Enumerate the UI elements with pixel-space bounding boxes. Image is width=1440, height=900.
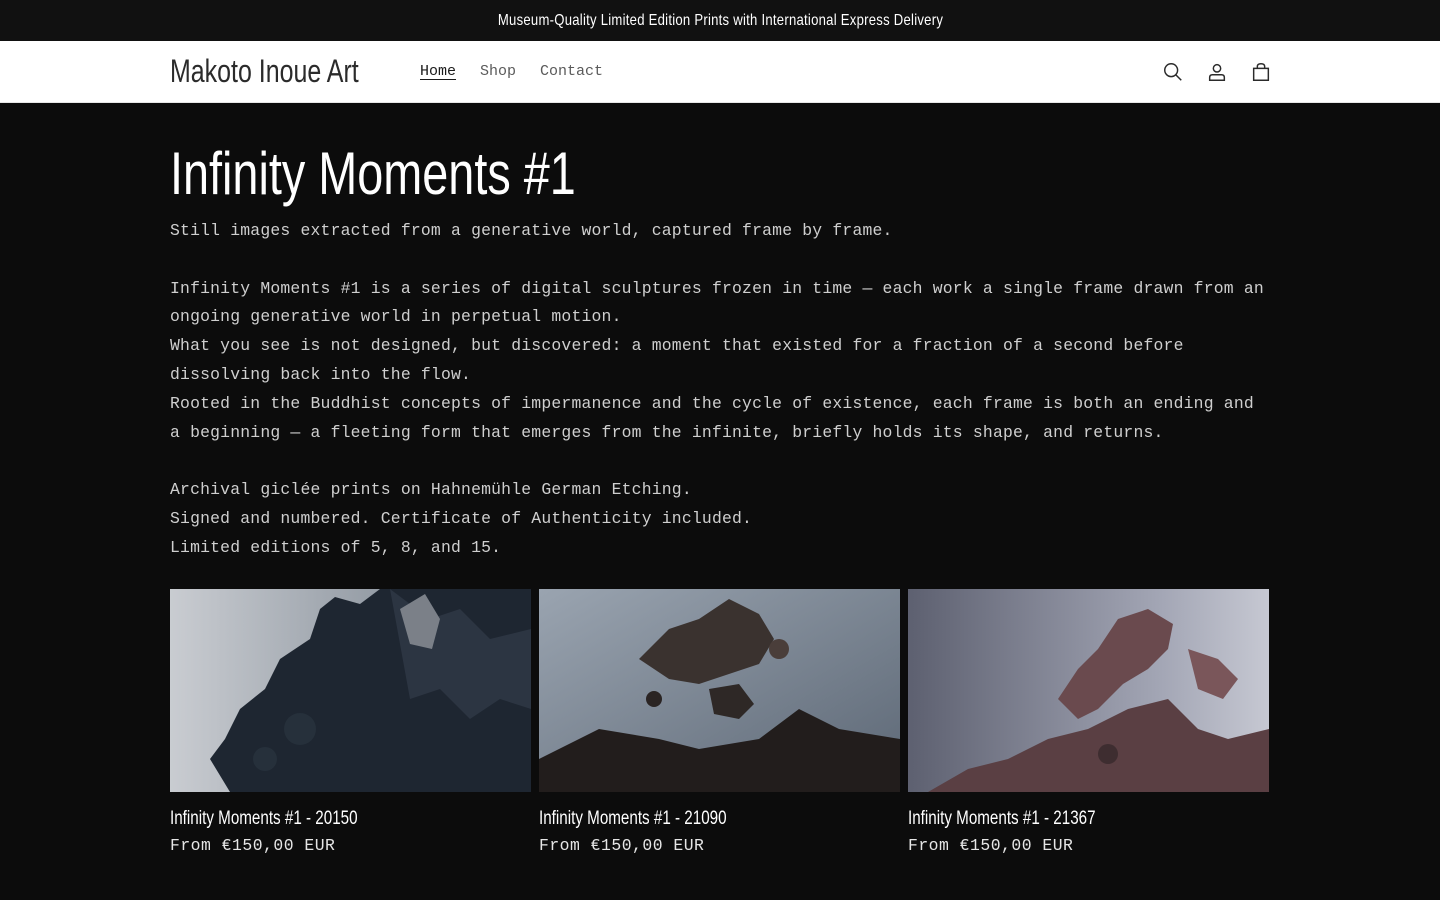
account-icon[interactable] [1204,59,1230,85]
nav-shop[interactable]: Shop [468,63,528,80]
main-content: Infinity Moments #1 Still images extract… [0,141,1440,855]
header-icons [1160,59,1274,85]
product-image[interactable] [908,588,1269,792]
announcement-text: Museum-Quality Limited Edition Prints wi… [497,11,943,29]
description-paragraph: What you see is not designed, but discov… [170,336,1194,384]
nav-home[interactable]: Home [408,63,468,80]
collection-description: Still images extracted from a generative… [170,217,1270,563]
product-title[interactable]: Infinity Moments #1 - 21367 [908,808,1197,830]
spec-line: Signed and numbered. Certificate of Auth… [170,508,753,528]
product-title[interactable]: Infinity Moments #1 - 20150 [170,808,459,830]
main-nav: Home Shop Contact [408,63,615,80]
product-price: From €150,00 EUR [170,835,336,855]
product-price: From €150,00 EUR [908,835,1074,855]
spec-line: Archival giclée prints on Hahnemühle Ger… [170,480,692,500]
description-intro: Still images extracted from a generative… [170,221,893,240]
announcement-bar: Museum-Quality Limited Edition Prints wi… [0,0,1440,41]
product-image[interactable] [539,588,900,792]
product-price: From €150,00 EUR [539,835,705,855]
search-icon[interactable] [1160,59,1186,85]
description-paragraph: Rooted in the Buddhist concepts of imper… [170,393,1264,442]
description-paragraph: Infinity Moments #1 is a series of digit… [170,278,1274,327]
collection-title: Infinity Moments #1 [170,140,576,207]
product-card[interactable]: Infinity Moments #1 - 20150 From €150,00… [170,588,531,855]
cart-icon[interactable] [1248,59,1274,85]
site-logo[interactable]: Makoto Inoue Art [170,53,359,90]
product-title[interactable]: Infinity Moments #1 - 21090 [539,808,828,830]
product-card[interactable]: Infinity Moments #1 - 21090 From €150,00… [539,588,900,855]
product-image[interactable] [170,588,531,792]
product-card[interactable]: Infinity Moments #1 - 21367 From €150,00… [908,588,1269,855]
product-grid: Infinity Moments #1 - 20150 From €150,00… [170,588,1270,855]
spec-line: Limited editions of 5, 8, and 15. [170,537,502,557]
site-header: Makoto Inoue Art Home Shop Contact [0,41,1440,103]
nav-contact[interactable]: Contact [528,63,615,80]
